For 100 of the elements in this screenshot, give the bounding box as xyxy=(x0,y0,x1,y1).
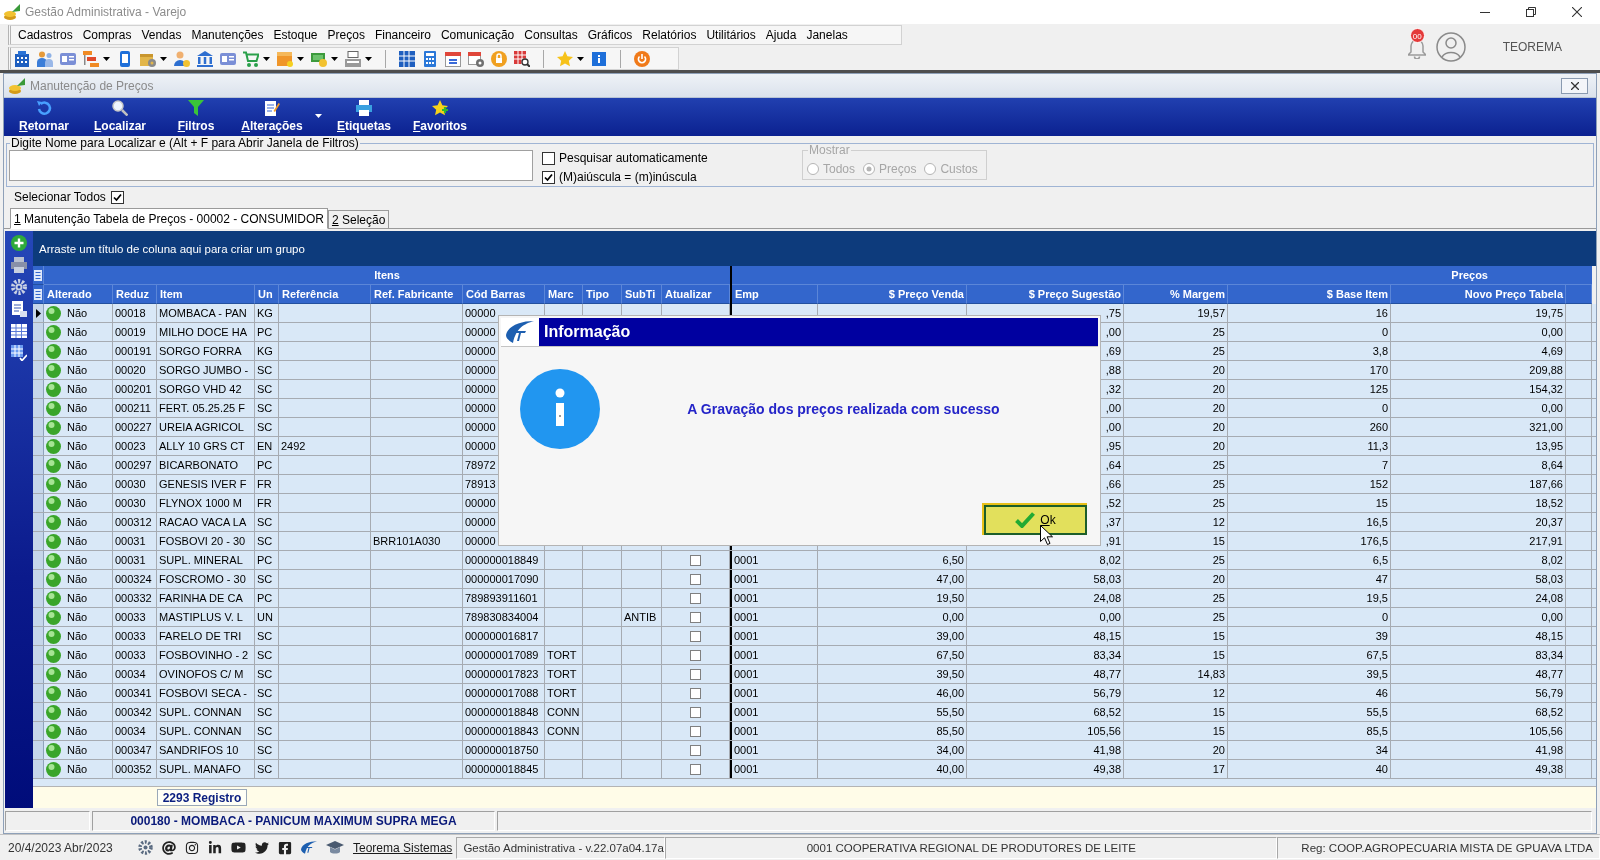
menu-item[interactable]: Relatórios xyxy=(637,26,702,44)
search-field[interactable] xyxy=(9,150,533,181)
id-card-icon[interactable] xyxy=(60,50,76,67)
instagram-icon[interactable] xyxy=(185,840,199,855)
checkbox[interactable] xyxy=(110,190,124,204)
toolbar-button[interactable]: Filtros xyxy=(158,98,234,136)
column-header[interactable]: Reduz xyxy=(113,285,157,304)
caret-icon[interactable] xyxy=(314,114,322,118)
power-icon[interactable] xyxy=(634,50,650,67)
column-header[interactable]: Atualizar xyxy=(662,285,730,304)
checkbox[interactable] xyxy=(690,573,701,585)
tab[interactable]: 2 Seleção xyxy=(327,210,390,229)
close-button[interactable] xyxy=(1561,77,1588,94)
caret-icon[interactable] xyxy=(365,56,372,61)
checkbox[interactable] xyxy=(690,744,701,756)
column-header[interactable]: Un xyxy=(255,285,279,304)
id-card-icon[interactable] xyxy=(220,50,236,67)
website-link[interactable]: Teorema Sistemas xyxy=(353,840,453,855)
column-header[interactable]: Cód Barras xyxy=(463,285,545,304)
grid-check-icon[interactable] xyxy=(11,345,27,361)
column-header[interactable]: $ Base Item xyxy=(1228,285,1391,304)
checkbox[interactable] xyxy=(690,763,701,775)
caret-icon[interactable] xyxy=(331,56,338,61)
caret-icon[interactable] xyxy=(577,56,584,61)
menu-item[interactable]: Consultas xyxy=(519,26,583,44)
column-header[interactable]: Emp xyxy=(732,285,818,304)
table-search-icon[interactable] xyxy=(514,50,530,67)
graduation-cap-icon[interactable] xyxy=(326,840,344,855)
checkbox[interactable] xyxy=(690,592,701,604)
spreadsheet-icon[interactable] xyxy=(399,50,415,67)
org-chart-icon[interactable] xyxy=(83,50,99,67)
tab[interactable]: 1 Manutenção Tabela de Preços - 00002 - CONSUMIDOR xyxy=(10,208,328,229)
facebook-icon[interactable] xyxy=(278,840,292,855)
linkedin-icon[interactable] xyxy=(208,840,222,855)
column-header[interactable]: Novo Preço Tabela xyxy=(1391,285,1566,304)
column-chooser-icon[interactable] xyxy=(34,269,42,281)
calendar-icon[interactable] xyxy=(445,50,461,67)
twitter-icon[interactable] xyxy=(255,840,269,855)
column-header[interactable] xyxy=(1566,285,1592,304)
star-icon[interactable] xyxy=(557,50,573,67)
column-header[interactable]: Ref. Fabricante xyxy=(371,285,463,304)
toolbar-button[interactable]: Localizar xyxy=(82,98,158,136)
caret-icon[interactable] xyxy=(160,56,167,61)
menu-item[interactable]: Compras xyxy=(77,26,137,44)
youtube-icon[interactable] xyxy=(231,840,246,855)
menu-item[interactable]: Utilitários xyxy=(701,26,761,44)
info-icon[interactable] xyxy=(591,50,607,67)
column-header[interactable]: Marc xyxy=(545,285,583,304)
bell-icon[interactable] xyxy=(1407,39,1426,59)
toolbar-button[interactable]: Alterações xyxy=(234,98,310,136)
bank-icon[interactable] xyxy=(197,50,213,67)
menu-item[interactable]: Preços xyxy=(322,26,370,44)
menu-item[interactable]: Financeiro xyxy=(369,26,436,44)
user-icon[interactable] xyxy=(1435,32,1466,62)
checkbox[interactable] xyxy=(690,649,701,661)
lock-icon[interactable] xyxy=(491,50,507,67)
column-header[interactable]: % Margem xyxy=(1124,285,1228,304)
menu-item[interactable]: Janelas xyxy=(801,26,853,44)
column-header[interactable]: $ Preço Venda xyxy=(818,285,967,304)
checkbox[interactable] xyxy=(690,725,701,737)
menu-item[interactable]: Estoque xyxy=(268,26,323,44)
checkbox[interactable] xyxy=(542,170,555,184)
calendar-gear-icon[interactable] xyxy=(468,50,484,67)
user-coin-icon[interactable] xyxy=(174,50,190,67)
checkbox[interactable] xyxy=(690,611,701,623)
toolbar-button[interactable]: Retornar xyxy=(6,98,82,136)
checkbox[interactable] xyxy=(690,630,701,642)
document-list-icon[interactable] xyxy=(11,301,27,317)
checkbox[interactable] xyxy=(690,668,701,680)
settings-icon[interactable] xyxy=(138,840,153,855)
column-header[interactable]: Tipo xyxy=(583,285,622,304)
caret-icon[interactable] xyxy=(263,56,270,61)
calculator-icon[interactable] xyxy=(422,50,438,67)
mobile-icon[interactable] xyxy=(117,50,133,67)
row-indicator[interactable] xyxy=(33,304,44,322)
add-icon[interactable] xyxy=(11,235,27,251)
building-icon[interactable] xyxy=(14,50,30,67)
caret-icon[interactable] xyxy=(103,56,110,61)
caret-icon[interactable] xyxy=(297,56,304,61)
column-header[interactable]: $ Preço Sugestão xyxy=(967,285,1124,304)
checkbox[interactable] xyxy=(542,151,555,165)
at-sign-icon[interactable] xyxy=(162,840,176,855)
menu-item[interactable]: Cadastros xyxy=(13,26,78,44)
printer-icon[interactable] xyxy=(11,257,27,273)
people-icon[interactable] xyxy=(37,50,53,67)
column-header[interactable]: Referência xyxy=(279,285,371,304)
toolbar-button[interactable]: Favoritos xyxy=(402,98,478,136)
column-header[interactable]: Item xyxy=(157,285,255,304)
checkbox[interactable] xyxy=(690,554,701,566)
checkbox[interactable] xyxy=(690,687,701,699)
menu-item[interactable]: Ajuda xyxy=(760,26,802,44)
checkbox[interactable] xyxy=(690,706,701,718)
toolbar-button[interactable]: Etiquetas xyxy=(326,98,402,136)
menu-item[interactable]: Comunicação xyxy=(435,26,520,44)
ok-button[interactable]: Ok xyxy=(984,505,1087,535)
menu-item[interactable]: Vendas xyxy=(136,26,187,44)
menu-item[interactable]: Manutenções xyxy=(186,26,269,44)
cash-register-icon[interactable] xyxy=(345,50,361,67)
menu-item[interactable]: Gráficos xyxy=(582,26,638,44)
table-icon[interactable] xyxy=(11,323,27,339)
